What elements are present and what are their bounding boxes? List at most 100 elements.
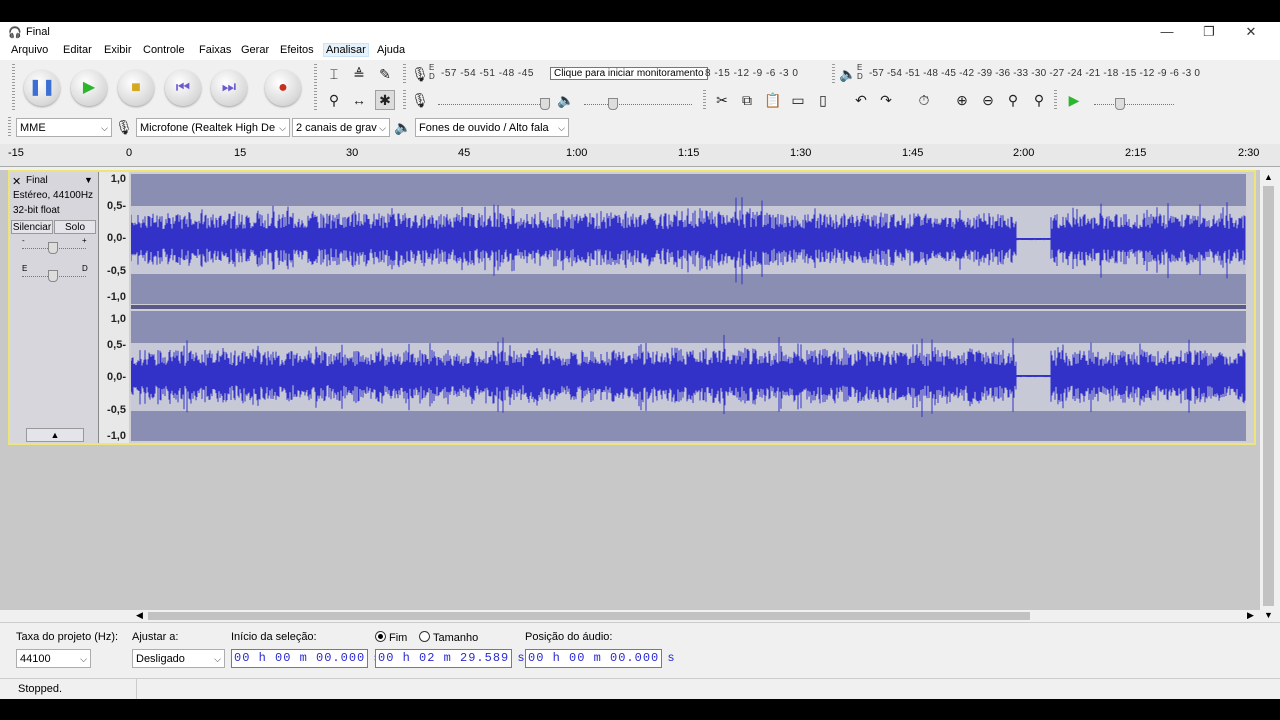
paste-icon[interactable]: 📋 <box>763 90 783 110</box>
toolbar-grip[interactable] <box>12 64 15 110</box>
pause-button[interactable]: ❚❚ <box>24 70 60 106</box>
menu-analisar[interactable]: Analisar <box>323 43 369 57</box>
record-volume-track[interactable] <box>438 104 550 106</box>
track-menu-chevron-icon[interactable]: ▼ <box>84 175 93 185</box>
device-grip[interactable] <box>8 117 11 137</box>
sync-lock-icon[interactable]: ⏱ <box>914 90 934 110</box>
skip-start-button[interactable]: ⏮ <box>165 70 201 106</box>
amp-label: 0,0- <box>107 371 126 383</box>
track-name-menu[interactable]: Final <box>26 175 48 186</box>
stop-button[interactable]: ■ <box>118 70 154 106</box>
horizontal-scrollbar[interactable]: ◀ ▶ <box>0 610 1260 622</box>
speed-slider[interactable] <box>1115 98 1125 110</box>
speaker-meter-icon[interactable]: 🔈 <box>838 64 858 84</box>
recording-device-select[interactable]: Microfone (Realtek High De ⌵ <box>136 118 290 137</box>
play-at-speed-grip[interactable] <box>1054 90 1057 110</box>
selection-start-field[interactable]: 00 h 00 m 00.000 s <box>231 649 381 668</box>
monitor-tooltip: Clique para iniciar monitoramento <box>550 67 708 80</box>
menu-faixas[interactable]: Faixas <box>199 44 231 56</box>
playback-device-select[interactable]: Fones de ouvido / Alto fala ⌵ <box>415 118 569 137</box>
channels-select[interactable]: 2 canais de grav ⌵ <box>292 118 390 137</box>
gain-slider[interactable] <box>48 242 58 254</box>
track-format-info: Estéreo, 44100Hz <box>13 190 94 201</box>
menu-editar[interactable]: Editar <box>63 44 92 56</box>
draw-tool-icon[interactable]: ✎ <box>375 64 395 84</box>
zoom-out-icon[interactable]: ⊖ <box>978 90 998 110</box>
menu-arquivo[interactable]: Arquivo <box>11 44 48 56</box>
timeline-ruler[interactable]: -15 0 15 30 45 1:00 1:15 1:30 1:45 2:00 … <box>0 144 1280 167</box>
play-meter-grip[interactable] <box>832 64 835 84</box>
vertical-amplitude-ruler[interactable]: 1,0 0,5- 0,0- -0,5 -1,0 1,0 0,5- 0,0- -0… <box>99 172 129 443</box>
cut-icon[interactable]: ✂ <box>712 90 732 110</box>
toolbar: ❚❚ ▶ ■ ⏮ ⏭ ● ⌶ ≜ ✎ ⚲ ↔ ✱ 🎙 E D -57 -54 -… <box>0 60 1280 114</box>
menu-gerar[interactable]: Gerar <box>241 44 269 56</box>
playback-volume-track[interactable] <box>584 104 692 106</box>
ruler-tick: 1:45 <box>902 147 924 159</box>
selection-tool-icon[interactable]: ⌶ <box>324 64 344 84</box>
audio-track[interactable]: ✕ Final ▼ Estéreo, 44100Hz 32-bit float … <box>8 170 1256 445</box>
waveform-right-channel[interactable] <box>131 311 1246 441</box>
playback-volume-icon: 🔈 <box>557 92 575 108</box>
fit-selection-icon[interactable]: ⚲ <box>1003 90 1023 110</box>
microphone-meter-icon[interactable]: 🎙 <box>410 64 430 84</box>
end-radio[interactable]: Fim <box>375 631 407 644</box>
audio-host-select[interactable]: MME ⌵ <box>16 118 112 137</box>
record-meter-scale-right[interactable]: 8 -15 -12 -9 -6 -3 0 <box>705 68 798 79</box>
restore-button[interactable]: ❐ <box>1188 22 1230 42</box>
speed-track[interactable] <box>1094 104 1174 106</box>
copy-icon[interactable]: ⧉ <box>737 90 757 110</box>
close-button[interactable]: ✕ <box>1230 22 1272 42</box>
record-volume-slider[interactable] <box>540 98 550 110</box>
selection-end-field[interactable]: 00 h 02 m 29.589 s <box>375 649 525 668</box>
mixer-grip[interactable] <box>403 90 406 110</box>
horizontal-scroll-thumb[interactable] <box>148 612 1030 620</box>
mute-button[interactable]: Silenciar <box>11 220 53 234</box>
pan-slider[interactable] <box>48 270 58 282</box>
chevron-down-icon: ⌵ <box>80 654 87 664</box>
undo-icon[interactable]: ↶ <box>851 90 871 110</box>
record-button[interactable]: ● <box>265 70 301 106</box>
collapse-track-button[interactable]: ▲ <box>26 428 84 442</box>
menu-exibir[interactable]: Exibir <box>104 44 132 56</box>
device-toolbar: MME ⌵ 🎙 Microfone (Realtek High De ⌵ 2 can… <box>0 114 1280 140</box>
menu-controle[interactable]: Controle <box>143 44 185 56</box>
timeshift-tool-icon[interactable]: ↔ <box>349 90 369 110</box>
zoom-in-icon[interactable]: ⊕ <box>952 90 972 110</box>
edit-grip[interactable] <box>703 90 706 110</box>
audio-position-field[interactable]: 00 h 00 m 00.000 s <box>525 649 675 668</box>
project-rate-select[interactable]: 44100 ⌵ <box>16 649 91 668</box>
fit-project-icon[interactable]: ⚲ <box>1029 90 1049 110</box>
pan-right-label: D <box>82 264 88 273</box>
record-meter-scale[interactable]: -57 -54 -51 -48 -45 <box>441 68 534 79</box>
multi-tool-icon[interactable]: ✱ <box>375 90 395 110</box>
minimize-button[interactable]: — <box>1146 22 1188 42</box>
track-close-icon[interactable]: ✕ <box>12 175 21 188</box>
record-meter-grip[interactable] <box>403 64 406 84</box>
menu-efeitos[interactable]: Efeitos <box>280 44 314 56</box>
length-radio[interactable]: Tamanho <box>419 631 478 644</box>
play-at-speed-icon[interactable]: ▶ <box>1064 90 1084 110</box>
skip-end-button[interactable]: ⏭ <box>211 70 247 106</box>
vertical-scroll-thumb[interactable] <box>1263 186 1274 606</box>
waveform-left-channel[interactable] <box>131 174 1246 304</box>
playback-volume-slider[interactable] <box>608 98 618 110</box>
envelope-tool-icon[interactable]: ≜ <box>349 64 369 84</box>
ruler-tick: 1:00 <box>566 147 588 159</box>
zoom-tool-icon[interactable]: ⚲ <box>324 90 344 110</box>
scroll-down-icon: ▼ <box>1264 610 1273 620</box>
pause-icon: ❚❚ <box>28 79 56 96</box>
playback-meter-scale[interactable]: -57 -54 -51 -48 -45 -42 -39 -36 -33 -30 … <box>869 68 1200 79</box>
menu-ajuda[interactable]: Ajuda <box>377 44 405 56</box>
silence-icon[interactable]: ▯ <box>813 90 833 110</box>
waveform-left-svg <box>131 197 1246 285</box>
scroll-right-icon: ▶ <box>1247 610 1254 620</box>
redo-icon[interactable]: ↷ <box>876 90 896 110</box>
trim-icon[interactable]: ▭ <box>788 90 808 110</box>
play-button[interactable]: ▶ <box>71 70 107 106</box>
snap-to-select[interactable]: Desligado ⌵ <box>132 649 225 668</box>
project-rate-label: Taxa do projeto (Hz): <box>16 631 119 643</box>
tools-grip[interactable] <box>314 64 317 110</box>
vertical-scrollbar[interactable]: ▲ ▼ <box>1260 170 1277 622</box>
solo-button[interactable]: Solo <box>54 220 96 234</box>
play-channel-letters: E D <box>857 63 864 81</box>
